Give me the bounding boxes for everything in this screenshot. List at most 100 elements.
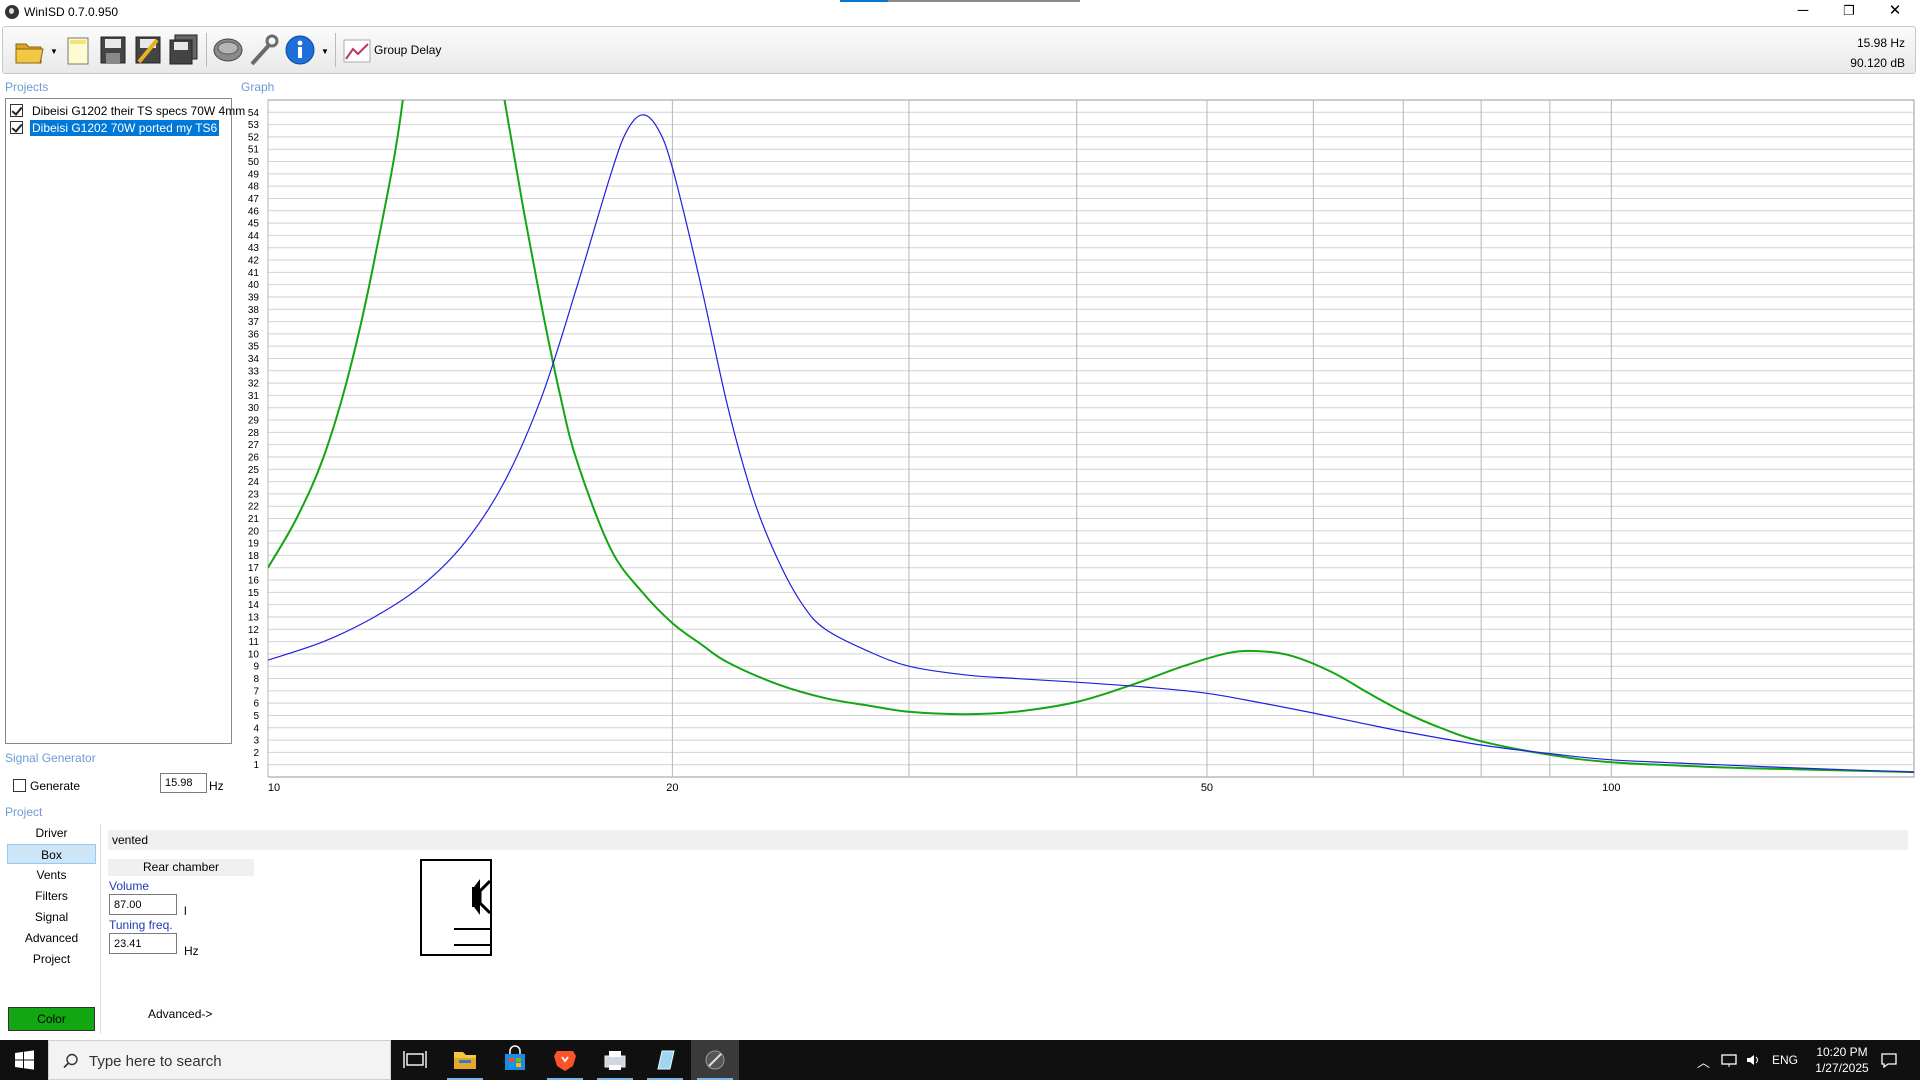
volume-label: Volume	[109, 879, 150, 893]
y-tick-label: 7	[253, 686, 259, 697]
project-visible-checkbox[interactable]	[10, 121, 23, 134]
info-dropdown-icon[interactable]: ▼	[321, 47, 329, 56]
y-tick-label: 13	[248, 612, 260, 623]
y-tick-label: 5	[253, 711, 259, 722]
notepad-app-icon[interactable]	[641, 1040, 689, 1080]
generator-unit: Hz	[209, 779, 224, 793]
volume-icon[interactable]	[1745, 1052, 1763, 1080]
project-label-selected[interactable]: Dibeisi G1202 70W ported my TS6	[30, 120, 220, 136]
readout-frequency: 15.98 Hz	[1856, 36, 1905, 50]
notifications-icon[interactable]	[1880, 1051, 1898, 1080]
y-tick-label: 35	[248, 342, 260, 353]
nav-vents[interactable]: Vents	[7, 865, 96, 885]
x-tick-label: 20	[666, 782, 678, 794]
save-as-icon[interactable]	[131, 32, 165, 68]
readout-level: 90.120 dB	[1850, 56, 1905, 70]
y-tick-label: 19	[248, 539, 260, 550]
plot-area	[267, 99, 1915, 778]
nav-filters[interactable]: Filters	[7, 886, 96, 906]
windows-start-icon[interactable]	[0, 1040, 48, 1080]
y-tick-label: 14	[248, 600, 260, 611]
y-tick-label: 47	[248, 194, 260, 205]
advanced-link[interactable]: Advanced->	[148, 1007, 212, 1021]
y-tick-label: 15	[248, 588, 260, 599]
open-dropdown-icon[interactable]: ▼	[50, 47, 58, 56]
box-type-selector[interactable]: vented	[108, 830, 1908, 850]
group-delay-chart[interactable]: 1234567891011121314151617181920212223242…	[232, 96, 1920, 806]
generator-frequency-input[interactable]	[160, 773, 207, 793]
project-section-label: Project	[5, 805, 43, 819]
box-diagram	[420, 859, 492, 956]
open-folder-icon[interactable]	[13, 32, 47, 68]
y-tick-label: 33	[248, 366, 260, 377]
y-tick-label: 3	[253, 736, 259, 747]
info-icon[interactable]	[283, 32, 317, 68]
y-tick-label: 18	[248, 551, 260, 562]
close-button[interactable]: ✕	[1872, 0, 1918, 24]
signal-generator-section-label: Signal Generator	[5, 751, 96, 765]
task-view-icon[interactable]	[391, 1040, 439, 1080]
save-icon[interactable]	[96, 32, 130, 68]
y-tick-label: 50	[248, 157, 260, 168]
file-explorer-icon[interactable]	[441, 1040, 489, 1080]
restore-button[interactable]: ❐	[1826, 0, 1872, 24]
y-tick-label: 25	[248, 465, 260, 476]
y-tick-label: 48	[248, 182, 260, 193]
y-tick-label: 1	[253, 760, 259, 771]
save-all-icon[interactable]	[166, 32, 200, 68]
title-bar: WinISD 0.7.0.950 ─ ❐ ✕	[0, 0, 1920, 24]
window-title: WinISD 0.7.0.950	[24, 5, 119, 19]
y-tick-label: 38	[248, 305, 260, 316]
tools-icon[interactable]	[246, 32, 280, 68]
graph-panel[interactable]: 1 2 3 4 5 6 7 8 9 10 11 12 13 14 15 16 17 18 19 20 21 22 23 24 2…	[232, 96, 1920, 806]
graph-type-selector[interactable]: Group Delay	[374, 43, 441, 57]
y-tick-label: 43	[248, 243, 260, 254]
store-icon[interactable]	[491, 1040, 539, 1080]
nav-advanced[interactable]: Advanced	[7, 928, 96, 948]
tray-chevron-icon[interactable]: ︿	[1697, 1052, 1710, 1080]
title-progress-indicator	[840, 0, 1080, 2]
search-icon	[63, 1053, 78, 1069]
tuning-freq-label: Tuning freq.	[109, 918, 173, 932]
y-tick-label: 12	[248, 625, 260, 636]
y-tick-label: 36	[248, 329, 260, 340]
y-tick-label: 20	[248, 526, 260, 537]
language-indicator[interactable]: ENG	[1772, 1053, 1798, 1080]
new-document-icon[interactable]	[61, 32, 95, 68]
color-button[interactable]: Color	[8, 1007, 95, 1031]
project-visible-checkbox[interactable]	[10, 104, 23, 117]
rear-chamber-tab[interactable]: Rear chamber	[108, 859, 254, 876]
minimize-button[interactable]: ─	[1780, 0, 1826, 24]
generate-checkbox[interactable]	[13, 779, 26, 792]
volume-input[interactable]	[109, 894, 177, 915]
y-tick-label: 40	[248, 280, 260, 291]
tuning-freq-input[interactable]	[109, 933, 177, 954]
y-tick-label: 4	[253, 723, 259, 734]
generate-label: Generate	[30, 779, 81, 793]
clock[interactable]: 10:20 PM 1/27/2025	[1800, 1044, 1884, 1076]
x-tick-label: 10	[268, 782, 280, 794]
nav-signal[interactable]: Signal	[7, 907, 96, 927]
network-icon[interactable]	[1720, 1052, 1738, 1080]
nav-project[interactable]: Project	[7, 949, 96, 969]
project-label[interactable]: Dibeisi G1202 their TS specs 70W 4mm	[30, 103, 247, 119]
graph-chart-icon[interactable]	[340, 32, 374, 68]
y-tick-label: 41	[248, 268, 260, 279]
driver-editor-icon[interactable]	[211, 32, 245, 68]
projects-list: Dibeisi G1202 their TS specs 70W 4mm Dib…	[5, 98, 245, 744]
brave-icon[interactable]	[541, 1040, 589, 1080]
y-tick-label: 10	[248, 649, 260, 660]
y-tick-label: 34	[248, 354, 260, 365]
winisd-app-icon[interactable]	[691, 1040, 739, 1080]
nav-driver[interactable]: Driver	[7, 823, 96, 843]
y-tick-label: 24	[248, 477, 260, 488]
nav-box[interactable]: Box	[7, 844, 96, 864]
y-tick-label: 42	[248, 256, 260, 267]
printer-app-icon[interactable]	[591, 1040, 639, 1080]
taskbar-search-box[interactable]: Type here to search	[48, 1040, 391, 1080]
projects-section-label: Projects	[5, 80, 49, 94]
x-tick-label: 50	[1201, 782, 1213, 794]
y-tick-label: 29	[248, 416, 260, 427]
x-tick-label: 100	[1602, 782, 1620, 794]
y-tick-label: 45	[248, 219, 260, 230]
